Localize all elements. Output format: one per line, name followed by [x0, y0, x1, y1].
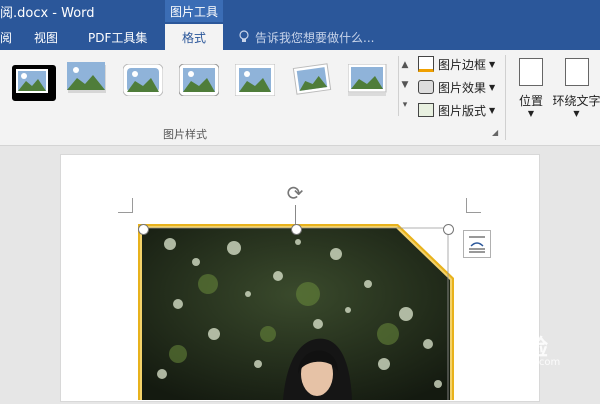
- picture-effects-button[interactable]: 图片效果 ▼: [418, 77, 495, 97]
- gallery-more-icon[interactable]: ▾: [399, 96, 411, 114]
- chevron-down-icon: ▼: [573, 109, 580, 118]
- rotate-handle-icon[interactable]: ⟳: [283, 181, 307, 205]
- tab-view[interactable]: 视图: [34, 24, 58, 50]
- margin-mark-top-left: [118, 198, 133, 213]
- wrap-text-icon: [564, 58, 589, 86]
- chevron-down-icon: ▼: [489, 105, 496, 115]
- picture-border-label: 图片边框: [438, 57, 487, 72]
- resize-handle-top-right[interactable]: [443, 224, 454, 235]
- picture-layout-label: 图片版式: [438, 103, 487, 118]
- selected-picture[interactable]: [138, 224, 454, 400]
- dialog-launcher-icon[interactable]: ◢: [492, 128, 498, 137]
- style-thumb-black-frame[interactable]: [12, 65, 56, 101]
- watermark-url: jingyan.baidu.com: [468, 357, 561, 368]
- document-title: 阅.docx - Word: [0, 6, 95, 21]
- style-thumb-bevel[interactable]: [179, 64, 219, 96]
- position-button[interactable]: 位置 ▼: [514, 56, 548, 126]
- tell-me-placeholder: 告诉我您想要做什么...: [255, 30, 375, 45]
- picture-styles-group-label: 图片样式: [163, 128, 207, 141]
- style-thumb-soft-shadow[interactable]: [67, 62, 107, 94]
- tab-review[interactable]: 阅: [0, 24, 12, 50]
- gallery-scroll-down-icon[interactable]: ▼: [399, 76, 411, 94]
- picture-layout-button[interactable]: 图片版式 ▼: [418, 100, 495, 120]
- position-icon: [519, 58, 543, 86]
- resize-handle-top-middle[interactable]: [291, 224, 302, 235]
- style-thumb-perspective[interactable]: [348, 64, 388, 96]
- picture-layout-icon: [418, 103, 434, 117]
- tab-pdf-tools[interactable]: PDF工具集: [88, 24, 147, 50]
- wrap-text-label: 环绕文字: [553, 94, 600, 108]
- layout-options-icon: [469, 236, 485, 253]
- style-thumb-rounded[interactable]: [123, 64, 163, 96]
- picture-border-icon: [418, 56, 434, 72]
- gallery-scroll-up-icon[interactable]: ▲: [399, 56, 411, 74]
- resize-handle-top-left[interactable]: [138, 224, 149, 235]
- picture-effects-label: 图片效果: [438, 80, 487, 95]
- style-thumb-white-frame[interactable]: [235, 64, 275, 96]
- picture-tools-context-label: 图片工具: [165, 0, 223, 22]
- style-thumb-rotated[interactable]: [292, 62, 332, 95]
- layout-options-button[interactable]: [463, 230, 491, 258]
- chevron-down-icon: ▼: [489, 59, 496, 69]
- wrap-text-button[interactable]: 环绕文字 ▼: [553, 56, 600, 126]
- picture-border-button[interactable]: 图片边框 ▼: [418, 54, 495, 74]
- margin-mark-top-right: [466, 198, 481, 213]
- lightbulb-icon: [239, 30, 249, 42]
- picture-effects-icon: [418, 80, 434, 94]
- position-label: 位置: [518, 94, 543, 108]
- tell-me-box[interactable]: 告诉我您想要做什么...: [238, 24, 374, 50]
- chevron-down-icon: ▼: [489, 82, 496, 92]
- chevron-down-icon: ▼: [527, 109, 535, 118]
- ribbon-group-divider: [505, 55, 506, 140]
- tab-format[interactable]: 格式: [165, 24, 223, 50]
